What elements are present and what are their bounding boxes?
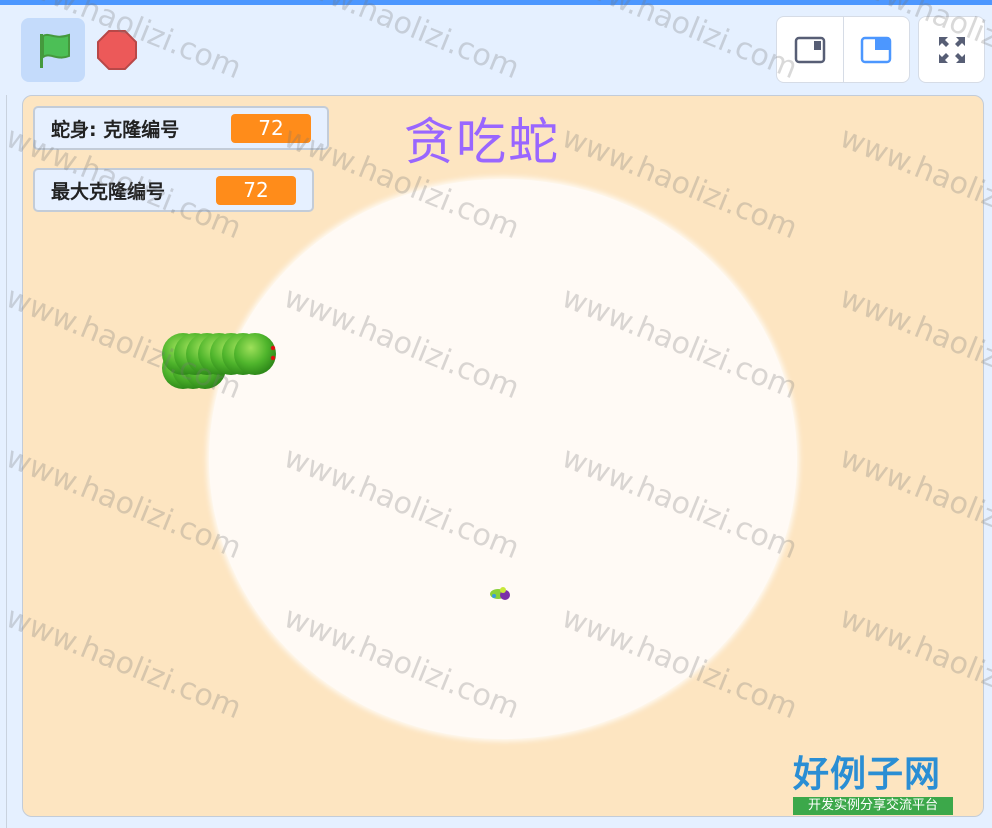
normal-stage-icon bbox=[861, 36, 892, 63]
snake-sprite[interactable] bbox=[161, 330, 281, 392]
stop-icon bbox=[97, 30, 137, 70]
menu-bar-accent bbox=[0, 0, 992, 5]
monitor-label: 蛇身: 克隆编号 bbox=[51, 118, 180, 141]
normal-stage-button[interactable] bbox=[844, 17, 910, 82]
left-panel-edge bbox=[0, 95, 7, 828]
small-stage-icon bbox=[794, 36, 825, 63]
play-area-circle bbox=[209, 179, 797, 739]
monitor-value: 72 bbox=[216, 176, 296, 205]
watermark-text: www.haolizi.com bbox=[556, 0, 803, 87]
stage-size-toggle bbox=[776, 16, 910, 83]
brand-main-text: 好例子网 bbox=[793, 754, 942, 795]
fullscreen-icon bbox=[938, 36, 965, 63]
brand-sub-text: 开发实例分享交流平台 bbox=[793, 797, 953, 815]
green-flag-icon bbox=[40, 33, 70, 68]
small-stage-button[interactable] bbox=[777, 17, 844, 82]
monitor-snake-clone-id[interactable]: 蛇身: 克隆编号 72 bbox=[33, 106, 329, 150]
monitor-max-clone-id[interactable]: 最大克隆编号 72 bbox=[33, 168, 314, 212]
green-flag-button[interactable] bbox=[21, 18, 85, 82]
brand-watermark: 好例子网 开发实例分享交流平台 bbox=[793, 755, 955, 817]
watermark-text: www.haolizi.com bbox=[278, 0, 525, 87]
monitor-value: 72 bbox=[231, 114, 311, 143]
game-title: 贪吃蛇 bbox=[404, 113, 560, 171]
fullscreen-button[interactable] bbox=[918, 16, 985, 83]
food-sprite bbox=[490, 587, 510, 600]
monitor-label: 最大克隆编号 bbox=[51, 180, 166, 203]
stage[interactable]: 蛇身: 克隆编号 72 最大克隆编号 72 贪吃蛇 bbox=[22, 95, 984, 817]
stop-button[interactable] bbox=[94, 27, 140, 73]
